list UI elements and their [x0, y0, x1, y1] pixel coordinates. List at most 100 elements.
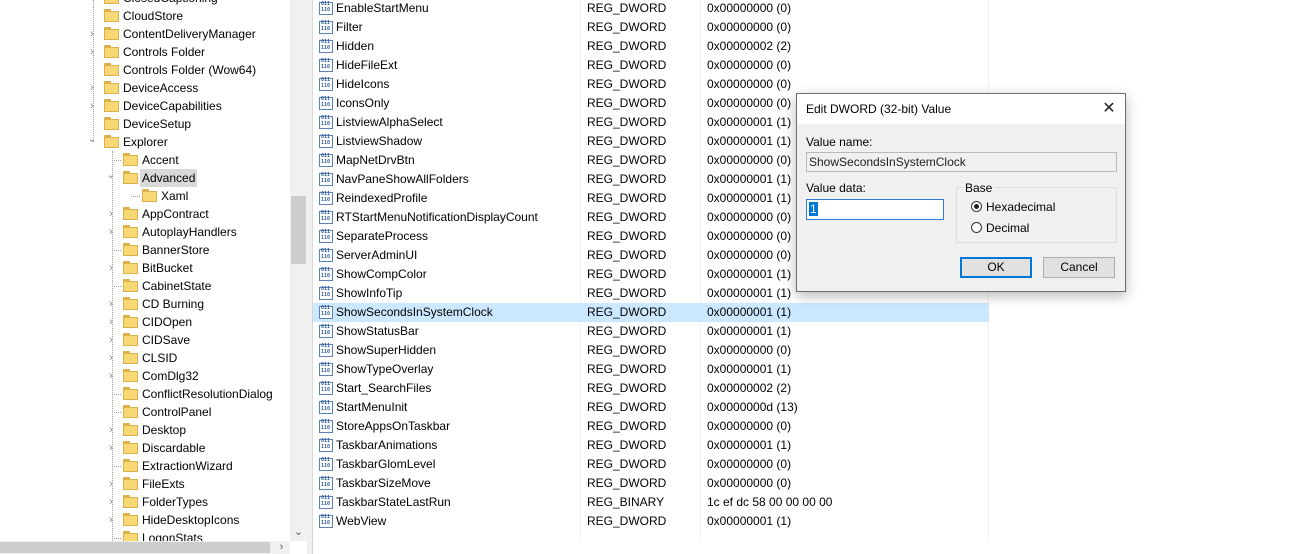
- tree-vertical-scrollbar[interactable]: ⌄: [290, 0, 307, 541]
- registry-tree[interactable]: › ClosedCaptioning CloudStore › ContentDeliv…: [0, 0, 290, 541]
- tree-item[interactable]: › CIDSave: [0, 331, 290, 349]
- tree-item[interactable]: ⌄ Advanced: [0, 169, 290, 187]
- chevron-right-icon[interactable]: ›: [87, 97, 97, 115]
- tree-item[interactable]: ControlPanel: [0, 403, 290, 421]
- tree-item[interactable]: › HideDesktopIcons: [0, 511, 290, 529]
- chevron-right-icon[interactable]: ›: [106, 511, 116, 529]
- tree-item[interactable]: › ClosedCaptioning: [0, 0, 290, 7]
- value-row[interactable]: Hidden REG_DWORD 0x00000002 (2): [313, 37, 989, 56]
- tree-item[interactable]: › ComDlg32: [0, 367, 290, 385]
- tree-item[interactable]: DeviceSetup: [0, 115, 290, 133]
- value-name: WebView: [336, 514, 387, 528]
- value-row[interactable]: StoreAppsOnTaskbar REG_DWORD 0x00000000 (0…: [313, 417, 989, 436]
- radio-decimal[interactable]: [971, 222, 982, 233]
- tree-item[interactable]: CloudStore: [0, 7, 290, 25]
- decimal-label[interactable]: Decimal: [986, 221, 1029, 235]
- chevron-right-icon[interactable]: ›: [106, 439, 116, 457]
- chevron-right-icon[interactable]: ›: [87, 43, 97, 61]
- tree-item[interactable]: › CIDOpen: [0, 313, 290, 331]
- folder-icon: [123, 387, 138, 400]
- tree-item[interactable]: › BitBucket: [0, 259, 290, 277]
- chevron-right-icon[interactable]: ›: [106, 349, 116, 367]
- value-row[interactable]: WebView REG_DWORD 0x00000001 (1): [313, 512, 989, 531]
- chevron-right-icon[interactable]: ›: [106, 421, 116, 439]
- chevron-right-icon[interactable]: ›: [106, 223, 116, 241]
- tree-item[interactable]: › Controls Folder: [0, 43, 290, 61]
- value-name: ShowCompColor: [336, 267, 427, 281]
- scroll-right-icon[interactable]: ›: [273, 541, 290, 554]
- dialog-title-bar[interactable]: Edit DWORD (32-bit) Value ✕: [797, 94, 1125, 124]
- tree-item[interactable]: ConflictResolutionDialog: [0, 385, 290, 403]
- tree-item[interactable]: › CD Burning: [0, 295, 290, 313]
- tree-item[interactable]: Xaml: [0, 187, 290, 205]
- value-name: Filter: [336, 20, 363, 34]
- tree-item[interactable]: ExtractionWizard: [0, 457, 290, 475]
- value-name: StartMenuInit: [336, 400, 408, 414]
- tree-item[interactable]: ⌄ Explorer: [0, 133, 290, 151]
- tree-horizontal-scrollbar[interactable]: ›: [0, 541, 290, 554]
- binary-value-icon: [319, 172, 333, 186]
- scroll-down-icon[interactable]: ⌄: [290, 524, 307, 541]
- value-data-input[interactable]: 1: [806, 199, 944, 220]
- tree-item[interactable]: › AppContract: [0, 205, 290, 223]
- radio-hexadecimal[interactable]: [971, 201, 982, 212]
- value-row[interactable]: HideIcons REG_DWORD 0x00000000 (0): [313, 75, 989, 94]
- tree-item[interactable]: BannerStore: [0, 241, 290, 259]
- value-row[interactable]: HideFileExt REG_DWORD 0x00000000 (0): [313, 56, 989, 75]
- tree-item[interactable]: › DeviceAccess: [0, 79, 290, 97]
- tree-item-label: Controls Folder (Wow64): [123, 63, 257, 77]
- chevron-down-icon[interactable]: ⌄: [106, 169, 116, 187]
- value-row[interactable]: Filter REG_DWORD 0x00000000 (0): [313, 18, 989, 37]
- value-row[interactable]: Start_SearchFiles REG_DWORD 0x00000002 (2): [313, 379, 989, 398]
- tree-item[interactable]: Controls Folder (Wow64): [0, 61, 290, 79]
- tree-item[interactable]: CabinetState: [0, 277, 290, 295]
- chevron-right-icon[interactable]: ›: [106, 331, 116, 349]
- tree-item[interactable]: › ContentDeliveryManager: [0, 25, 290, 43]
- value-row[interactable]: EnableStartMenu REG_DWORD 0x00000000 (0): [313, 0, 989, 18]
- chevron-right-icon[interactable]: ›: [106, 493, 116, 511]
- folder-icon: [123, 513, 138, 526]
- value-name: HideIcons: [336, 77, 390, 91]
- tree-item[interactable]: › DeviceCapabilities: [0, 97, 290, 115]
- tree-item[interactable]: › CLSID: [0, 349, 290, 367]
- ok-button[interactable]: OK: [960, 257, 1032, 278]
- value-row[interactable]: TaskbarGlomLevel REG_DWORD 0x00000000 (0): [313, 455, 989, 474]
- value-row[interactable]: StartMenuInit REG_DWORD 0x0000000d (13): [313, 398, 989, 417]
- hexadecimal-label[interactable]: Hexadecimal: [986, 200, 1055, 214]
- chevron-right-icon[interactable]: ›: [106, 475, 116, 493]
- tree-item-label: Xaml: [161, 189, 189, 203]
- cancel-button[interactable]: Cancel: [1043, 257, 1115, 278]
- chevron-right-icon[interactable]: ›: [106, 313, 116, 331]
- tree-item-label: HideDesktopIcons: [142, 513, 240, 527]
- value-row[interactable]: ShowStatusBar REG_DWORD 0x00000001 (1): [313, 322, 989, 341]
- tree-item[interactable]: › Desktop: [0, 421, 290, 439]
- value-row[interactable]: ShowTypeOverlay REG_DWORD 0x00000001 (1): [313, 360, 989, 379]
- value-row[interactable]: ShowSuperHidden REG_DWORD 0x00000000 (0): [313, 341, 989, 360]
- value-name: IconsOnly: [336, 96, 390, 110]
- chevron-right-icon[interactable]: ›: [106, 367, 116, 385]
- tree-item[interactable]: › AutoplayHandlers: [0, 223, 290, 241]
- value-row[interactable]: TaskbarSizeMove REG_DWORD 0x00000000 (0): [313, 474, 989, 493]
- tree-item[interactable]: Accent: [0, 151, 290, 169]
- chevron-right-icon[interactable]: ›: [87, 0, 97, 7]
- value-data: 0x00000000 (0): [707, 58, 792, 72]
- tree-item[interactable]: › FileExts: [0, 475, 290, 493]
- chevron-down-icon[interactable]: ⌄: [87, 133, 97, 151]
- close-icon[interactable]: ✕: [1093, 94, 1125, 124]
- tree-item[interactable]: LogonStats: [0, 529, 290, 541]
- chevron-right-icon[interactable]: ›: [87, 25, 97, 43]
- folder-icon: [104, 99, 119, 112]
- chevron-right-icon[interactable]: ›: [106, 259, 116, 277]
- tree-vertical-scroll-thumb[interactable]: [291, 196, 306, 264]
- chevron-right-icon[interactable]: ›: [87, 79, 97, 97]
- tree-horizontal-scroll-thumb[interactable]: [0, 542, 270, 553]
- tree-item-label: LogonStats: [142, 531, 203, 541]
- chevron-right-icon[interactable]: ›: [106, 295, 116, 313]
- tree-item[interactable]: › Discardable: [0, 439, 290, 457]
- tree-item[interactable]: › FolderTypes: [0, 493, 290, 511]
- folder-icon: [123, 225, 138, 238]
- value-row[interactable]: ShowSecondsInSystemClock REG_DWORD 0x00000…: [313, 303, 989, 322]
- value-row[interactable]: TaskbarStateLastRun REG_BINARY 1c ef dc 58…: [313, 493, 989, 512]
- value-row[interactable]: TaskbarAnimations REG_DWORD 0x00000001 (1): [313, 436, 989, 455]
- chevron-right-icon[interactable]: ›: [106, 205, 116, 223]
